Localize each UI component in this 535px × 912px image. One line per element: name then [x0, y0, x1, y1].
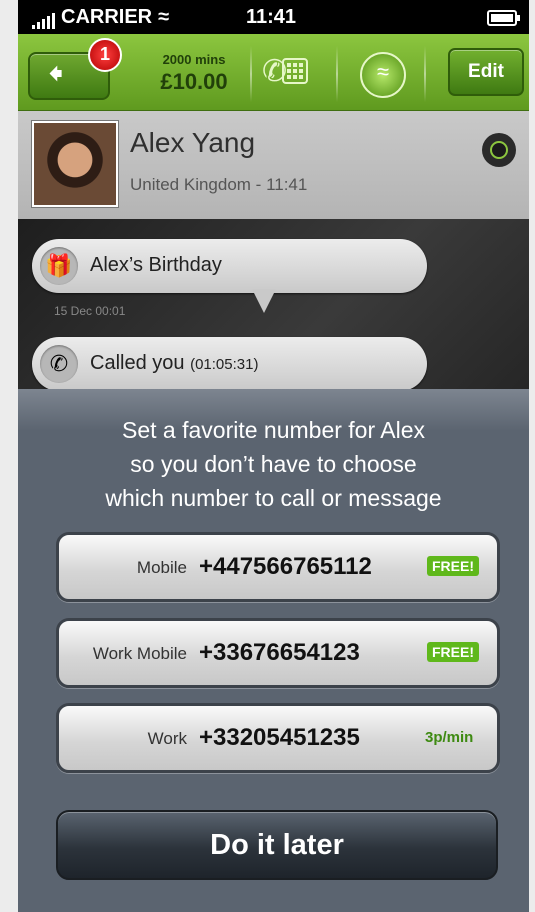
number-option-work[interactable]: Work +33205451235 3p/min: [56, 703, 500, 773]
wifi-icon: ≈: [376, 59, 390, 84]
prompt-text: Set a favorite number for Alex so you do…: [38, 413, 509, 515]
contact-location: United Kingdom - 11:41: [130, 175, 308, 194]
credit-display[interactable]: 2000 mins £10.00: [144, 52, 244, 95]
incoming-call-icon: ✆: [40, 345, 78, 383]
presence-status-icon: [482, 133, 516, 167]
prompt-line: Set a favorite number for Alex: [122, 417, 425, 443]
keypad-icon: [282, 58, 308, 84]
status-time: 11:41: [246, 6, 297, 28]
phone-screen: CARRIER ≈ 11:41 🠸 1 2000 mins £10.00 ✆ ≈…: [18, 0, 529, 912]
signal-icon: [32, 13, 55, 29]
phone-number: +447566765112: [199, 553, 372, 580]
message-text: Called you (01:05:31): [90, 352, 258, 375]
edit-button[interactable]: Edit: [448, 48, 524, 96]
bubble-tail: [252, 289, 276, 313]
prompt-line: so you don’t have to choose: [130, 451, 417, 477]
free-badge: FREE!: [427, 556, 479, 576]
carrier-indicator: CARRIER ≈: [32, 6, 169, 29]
message-timestamp: 15 Dec 00:01: [54, 304, 126, 318]
message-bubble[interactable]: 🎁 Alex’s Birthday: [32, 239, 427, 313]
rate-label: 3p/min: [425, 729, 474, 746]
wifi-call-button[interactable]: ≈: [360, 52, 406, 98]
wifi-icon: ≈: [158, 6, 170, 28]
credit-amount: £10.00: [160, 69, 228, 94]
dialpad-button[interactable]: ✆: [262, 52, 314, 96]
favorite-number-sheet: Set a favorite number for Alex so you do…: [18, 389, 529, 912]
toolbar-divider: [250, 46, 252, 102]
do-it-later-button[interactable]: Do it later: [56, 810, 498, 880]
credit-mins: 2000 mins: [162, 52, 226, 67]
call-label: Called you: [90, 352, 185, 374]
top-toolbar: 🠸 1 2000 mins £10.00 ✆ ≈ Edit: [18, 34, 529, 111]
gift-icon: 🎁: [40, 247, 78, 285]
number-option-mobile[interactable]: Mobile +447566765112 FREE!: [56, 532, 500, 602]
carrier-label: CARRIER: [61, 6, 153, 28]
contact-header: Alex Yang United Kingdom - 11:41: [18, 111, 529, 219]
call-duration: (01:05:31): [190, 356, 259, 373]
battery-icon: [487, 10, 520, 26]
toolbar-divider: [424, 46, 426, 102]
phone-number: +33676654123: [199, 639, 360, 666]
message-bubble[interactable]: ✆ Called you (01:05:31): [32, 337, 427, 391]
avatar[interactable]: [32, 121, 118, 207]
back-arrow-icon: 🠸: [48, 58, 64, 91]
number-option-work-mobile[interactable]: Work Mobile +33676654123 FREE!: [56, 618, 500, 688]
contact-name: Alex Yang: [130, 127, 256, 158]
notification-badge: 1: [88, 38, 122, 72]
number-label: Work Mobile: [92, 644, 187, 663]
status-bar: CARRIER ≈ 11:41: [18, 0, 529, 34]
number-label: Mobile: [136, 558, 187, 577]
prompt-line: which number to call or message: [105, 485, 442, 511]
number-label: Work: [147, 729, 187, 748]
message-history: 🎁 Alex’s Birthday 15 Dec 00:01 ✆ Called …: [18, 219, 529, 391]
free-badge: FREE!: [427, 642, 479, 662]
phone-number: +33205451235: [199, 724, 360, 751]
toolbar-divider: [336, 46, 338, 102]
message-text: Alex’s Birthday: [90, 254, 222, 276]
